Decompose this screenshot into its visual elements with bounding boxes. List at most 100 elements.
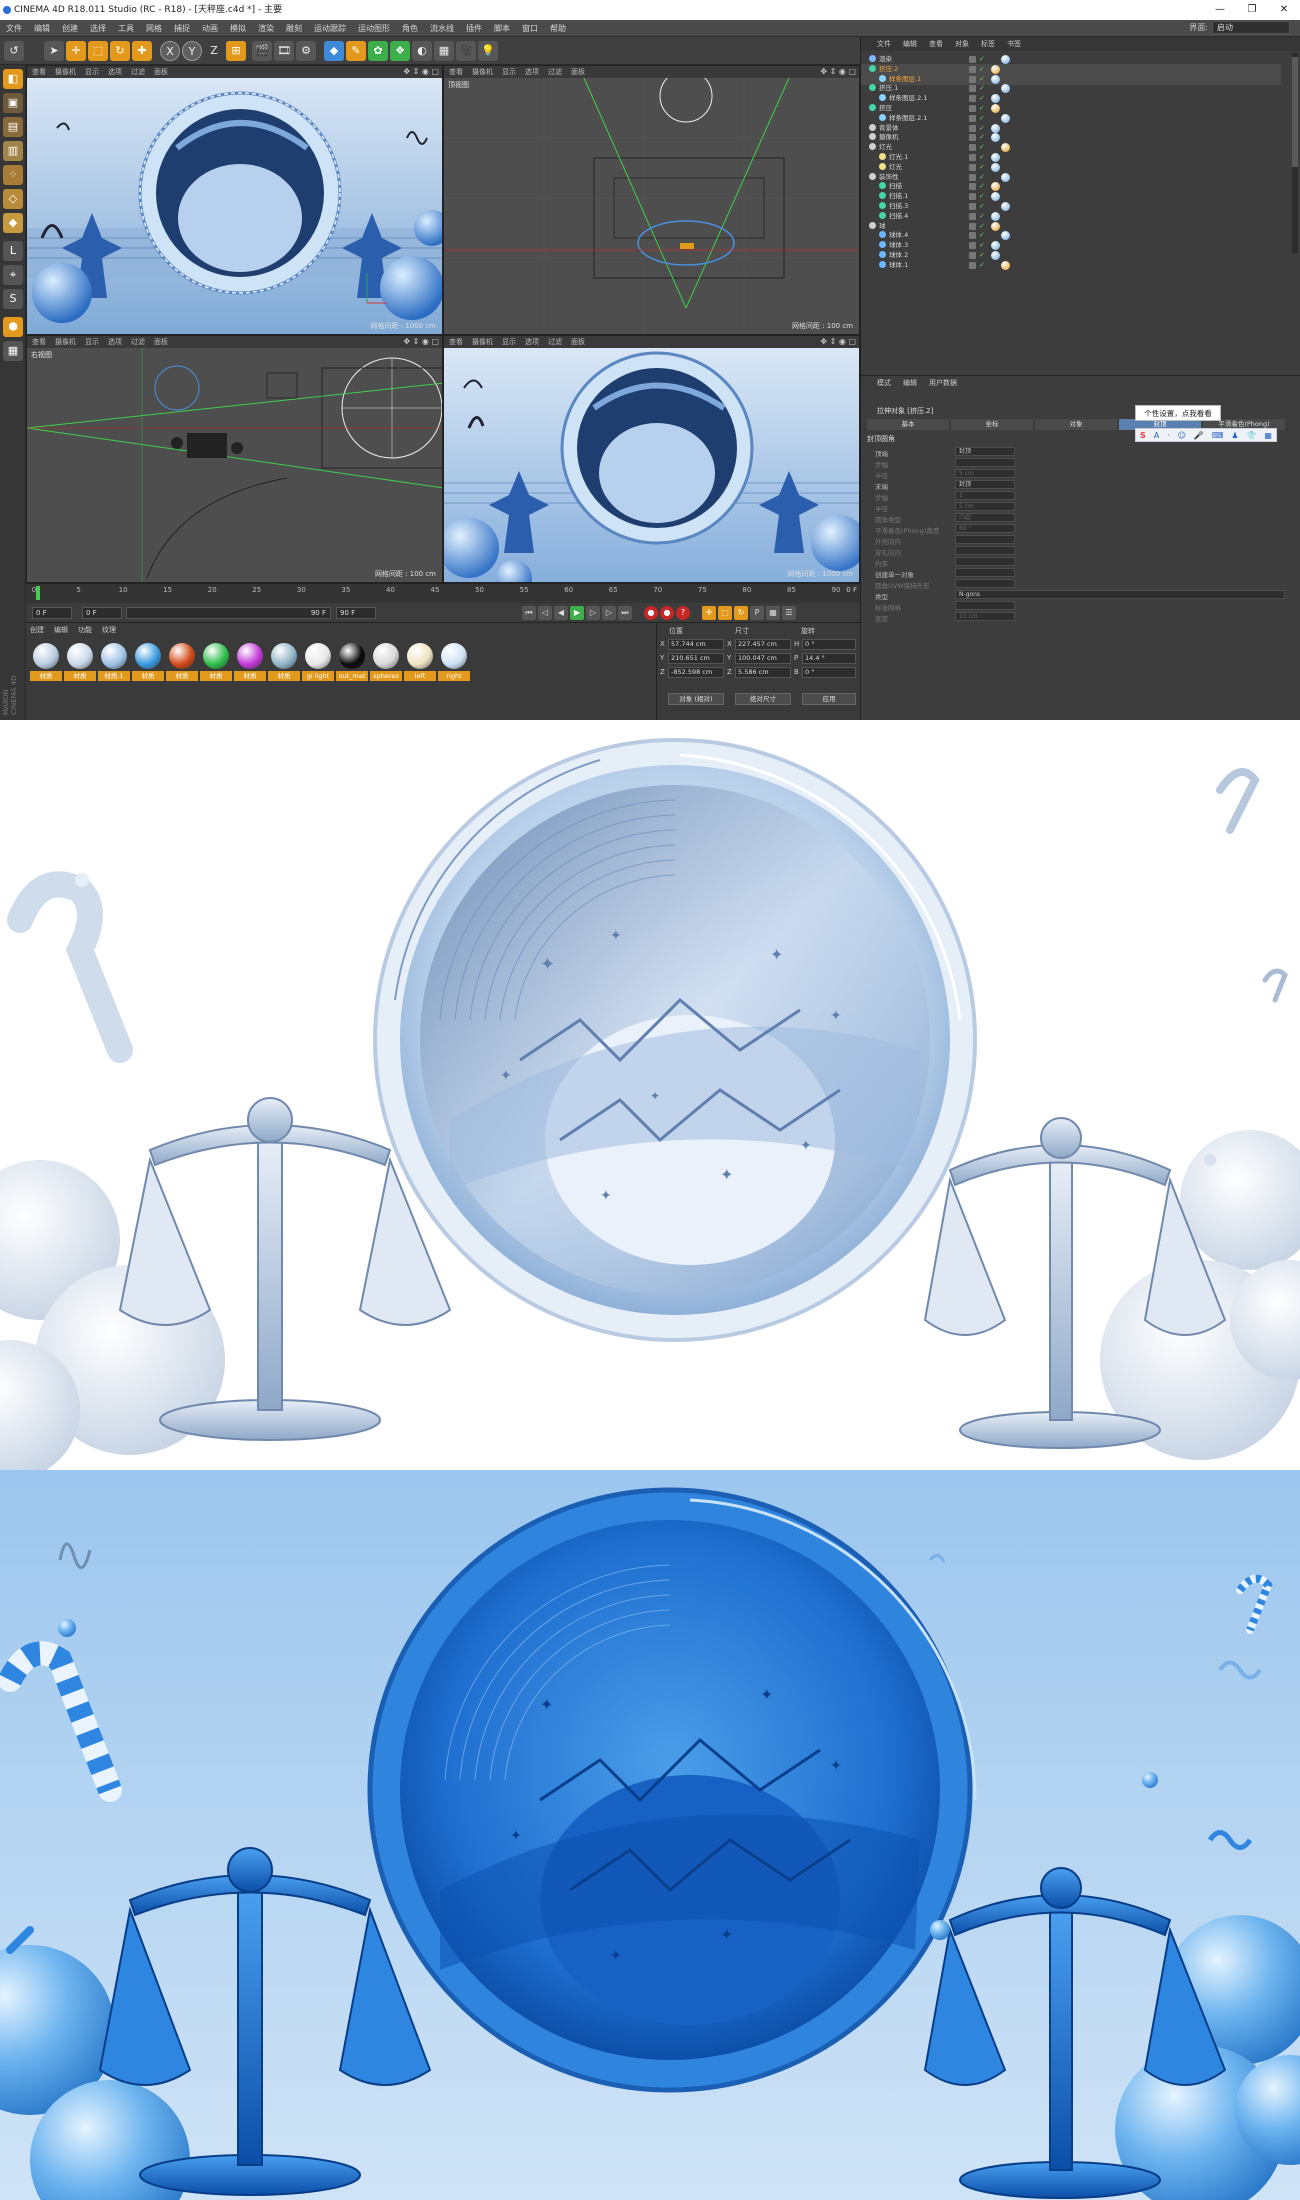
position-y-field[interactable]: 210.651 cm [668,653,724,664]
attribute-value-field[interactable] [955,568,1015,577]
material-swatch[interactable]: 材质 [268,643,300,681]
attribute-menu-item[interactable]: 模式 [877,378,891,388]
timeline-ruler[interactable]: 0 5 10 15 20 25 30 35 40 45 50 55 60 65 70 75 80 85 90 0 F [26,583,860,603]
material-tag-icon[interactable] [991,182,1000,192]
attribute-value-field[interactable]: 5 cm [955,502,1015,511]
material-swatch[interactable]: gi light [302,643,334,681]
attribute-value-field[interactable] [955,458,1015,467]
attribute-value-field[interactable]: 5 cm [955,469,1015,478]
menu-item[interactable]: 创建 [62,23,78,34]
vp-menu-display[interactable]: 显示 [502,67,516,77]
play-icon[interactable]: ▶ [570,606,584,620]
material-tag-icon[interactable] [1001,231,1010,241]
key-position-icon[interactable]: ✛ [702,606,716,620]
max-frame-field[interactable]: 90 F [336,607,376,619]
polygons-mode-icon[interactable]: ◆ [3,213,23,233]
subdivision-icon[interactable]: ✿ [368,41,388,61]
points-mode-icon[interactable]: ⁘ [3,165,23,185]
menu-item[interactable]: 动画 [202,23,218,34]
model-mode-icon[interactable]: ▣ [3,93,23,113]
rotation-h-field[interactable]: 0 ° [802,639,856,650]
menu-item[interactable]: 流水线 [430,23,454,34]
position-z-field[interactable]: -852.598 cm [668,667,724,678]
size-mode-select[interactable]: 绝对尺寸 [735,693,791,705]
viewport-right[interactable]: 查看 摄像机 显示 选项 过滤 面板 ✥ ⇕ ◉ ▢ 右视图 网格间距 : 10… [26,335,443,583]
vp-menu-panel[interactable]: 面板 [154,67,168,77]
sculpt-icon[interactable]: ⬢ [3,317,23,337]
viewport-top[interactable]: 查看 摄像机 显示 选项 过滤 面板 ✥ ⇕ ◉ ▢ 顶视图 网格间距 : 10… [443,65,860,335]
edges-mode-icon[interactable]: ◇ [3,189,23,209]
min-frame-field[interactable]: 0 F [82,607,122,619]
visibility-dot-icon[interactable] [969,95,976,103]
key-rotation-icon[interactable]: ↻ [734,606,748,620]
key-param-icon[interactable]: P [750,606,764,620]
visibility-dot-icon[interactable] [969,222,976,230]
attribute-value-field[interactable]: 1 [955,491,1015,500]
viewport-front[interactable]: 查看 摄像机 显示 选项 过滤 面板 ✥ ⇕ ◉ ▢ 网格间距: 1000 c… [443,335,860,583]
material-swatch[interactable]: 材质 [30,643,62,681]
vp-menu-view[interactable]: 查看 [449,337,463,347]
visibility-dot-icon[interactable] [969,212,976,220]
menu-item[interactable]: 雕刻 [286,23,302,34]
attribute-value-field[interactable]: 60 ° [955,524,1015,533]
z-axis-lock-button[interactable]: Z [204,41,224,61]
array-icon[interactable]: ❖ [390,41,410,61]
vp-menu-panel[interactable]: 面板 [571,67,585,77]
visibility-dot-icon[interactable] [969,203,976,210]
viewport-nav-icon[interactable]: ✥ ⇕ ◉ ▢ [820,337,856,346]
vp-menu-view[interactable]: 查看 [449,67,463,77]
material-swatch[interactable]: 材质 [64,643,96,681]
enable-axis-icon[interactable]: L [3,241,23,261]
object-manager-menu-item[interactable]: 编辑 [903,39,917,49]
visibility-dot-icon[interactable] [969,144,976,152]
texture-mode-icon[interactable]: ▤ [3,117,23,137]
cube-object-icon[interactable]: ◆ [324,41,344,61]
menu-item[interactable]: 工具 [118,23,134,34]
ime-user-icon[interactable]: ♟ [1231,431,1238,440]
attribute-menu-item[interactable]: 编辑 [903,378,917,388]
apply-button[interactable]: 应用 [802,693,856,705]
visibility-dot-icon[interactable] [969,183,976,191]
next-key-icon[interactable]: ▷ [602,606,616,620]
vp-menu-camera[interactable]: 摄像机 [472,337,493,347]
vp-menu-panel[interactable]: 面板 [154,337,168,347]
live-select-icon[interactable]: ✚ [132,41,152,61]
material-tag-icon[interactable] [1001,55,1010,64]
keyframe-selection-icon[interactable]: ? [676,606,690,620]
material-swatch[interactable]: 材质 [234,643,266,681]
goto-start-icon[interactable]: ⏮ [522,606,536,620]
material-tag-icon[interactable] [1001,202,1010,211]
menu-item[interactable]: 文件 [6,23,22,34]
material-tag-icon[interactable] [991,94,1000,104]
attribute-tab[interactable]: 基本 [867,419,949,430]
material-tag-icon[interactable] [991,221,1000,231]
menu-item[interactable]: 编辑 [34,23,50,34]
object-manager-menu-item[interactable]: 查看 [929,39,943,49]
attribute-tab[interactable]: 对象 [1035,419,1117,430]
material-tag-icon[interactable] [991,133,1000,143]
attribute-tab[interactable]: 坐标 [951,419,1033,430]
key-scale-icon[interactable]: ⬚ [718,606,732,620]
material-tag-icon[interactable] [1001,113,1010,123]
visibility-dot-icon[interactable] [969,65,976,73]
ime-voice-icon[interactable]: 🎤 [1194,431,1204,440]
position-x-field[interactable]: 57.744 cm [668,639,724,650]
minimize-button[interactable]: — [1204,0,1236,20]
material-menu-item[interactable]: 功能 [78,625,92,637]
attribute-value-field[interactable]: N-gons [955,590,1285,599]
ime-language-icon[interactable]: A [1154,431,1159,440]
visibility-dot-icon[interactable] [969,232,976,240]
visibility-dot-icon[interactable] [969,85,976,93]
material-tag-icon[interactable] [1001,260,1010,270]
ime-emoji-icon[interactable]: ☺ [1178,431,1186,440]
attribute-menu-item[interactable]: 用户数据 [929,378,957,388]
render-picture-viewer-icon[interactable]: 🎞 [274,41,294,61]
material-tag-icon[interactable] [991,251,1000,260]
sogou-logo-icon[interactable]: S [1140,431,1146,440]
object-manager-menu-item[interactable]: 对象 [955,39,969,49]
enable-check-icon[interactable]: ✓ [979,260,985,271]
visibility-dot-icon[interactable] [969,134,976,142]
ime-skin-icon[interactable]: 👕 [1246,431,1256,440]
visibility-dot-icon[interactable] [969,75,976,83]
vp-menu-options[interactable]: 选项 [525,67,539,77]
